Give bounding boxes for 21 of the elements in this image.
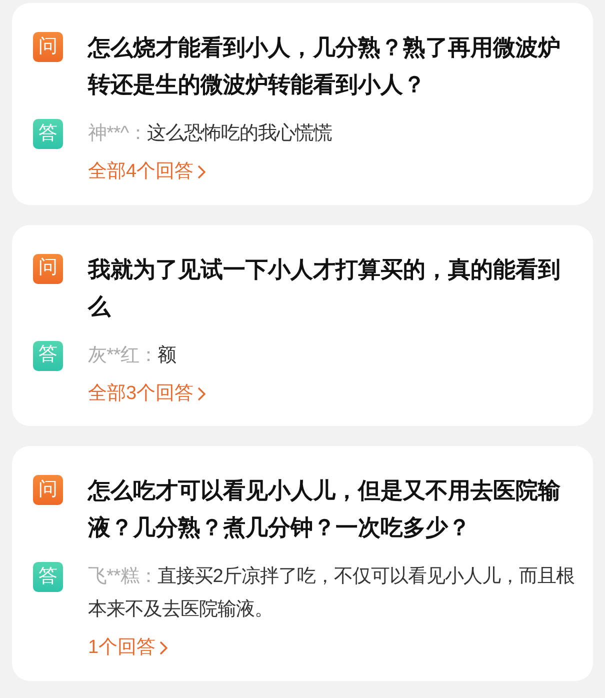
chevron-icon <box>158 640 168 656</box>
answer-text: 灰**红：额 <box>88 344 176 368</box>
question-text: 怎么烧才能看到小人，几分熟？熟了再用微波炉转还是生的微波炉转能看到小人？ <box>88 34 562 99</box>
all-answers-link[interactable]: 1个回答 <box>88 634 168 662</box>
all-answers-link[interactable]: 全部3个回答 <box>88 380 206 408</box>
chevron-icon <box>196 386 206 402</box>
answer-text: 神**^：这么恐怖吃的我心慌慌 <box>88 122 332 146</box>
chevron-icon <box>196 164 206 180</box>
question-text: 我就为了见试一下小人才打算买的，真的能看到么 <box>88 256 562 320</box>
all-answers-link[interactable]: 全部4个回答 <box>88 158 206 186</box>
answer-username: 神**^： <box>88 123 148 144</box>
question-badge: 问 <box>33 475 63 505</box>
answer-text: 飞**糕：直接买2斤凉拌了吃，不仅可以看见小人儿，而且根本来不及去医院输液。 <box>88 565 576 622</box>
answer-badge: 答 <box>33 119 63 149</box>
answer-badge: 答 <box>33 340 63 370</box>
answer-username: 飞**糕： <box>88 566 158 587</box>
question-badge: 问 <box>33 254 63 284</box>
question-text: 怎么吃才可以看见小人儿，但是又不用去医院输液？几分熟？煮几分钟？一次吃多少？ <box>88 477 562 542</box>
answer-badge: 答 <box>33 562 63 592</box>
answer-username: 灰**红： <box>88 344 158 366</box>
question-badge: 问 <box>33 32 63 62</box>
